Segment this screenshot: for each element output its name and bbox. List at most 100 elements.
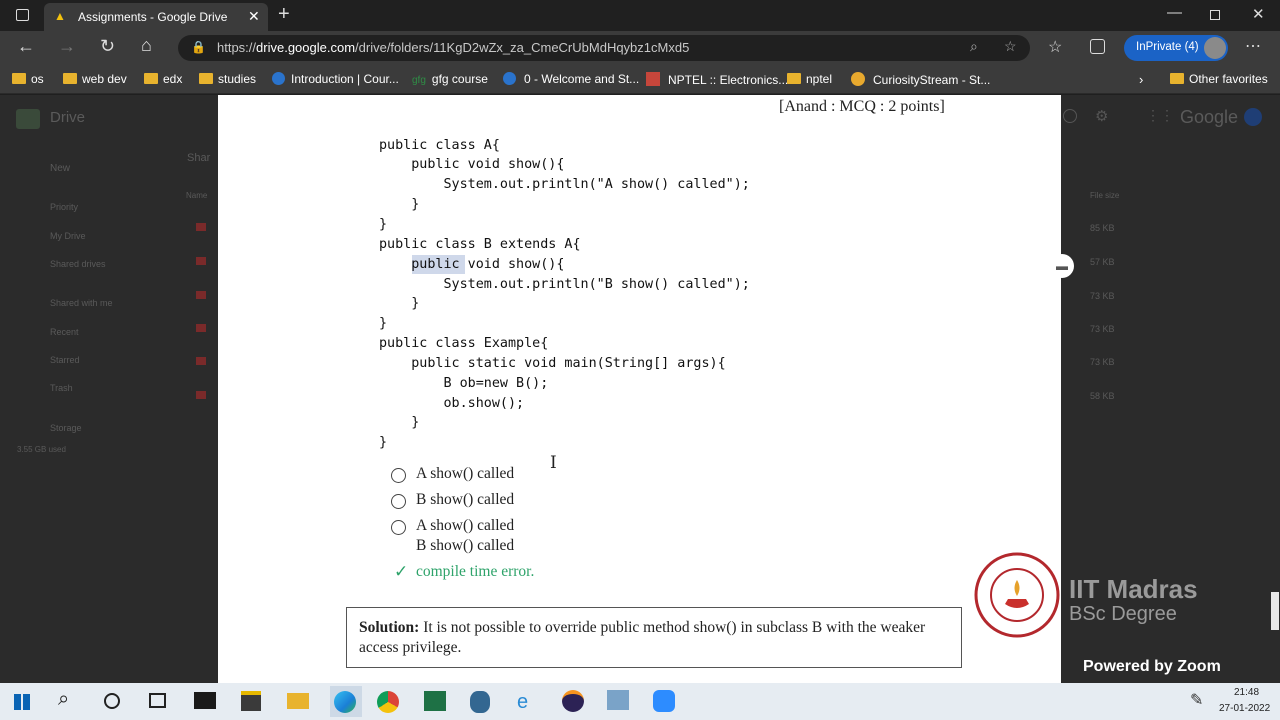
clock-date[interactable]: 27-01-2022	[1219, 703, 1270, 714]
new-button[interactable]: New	[50, 163, 70, 174]
refresh-icon[interactable]: ↻	[100, 36, 115, 57]
iit-madras-title: IIT Madras	[1069, 574, 1198, 604]
favorite-nptel[interactable]: nptel	[787, 72, 832, 86]
ie-icon[interactable]: e	[517, 691, 528, 714]
browser-tab[interactable]: ▲ Assignments - Google Drive ✕	[44, 3, 268, 31]
more-menu-icon[interactable]: ⋯	[1245, 36, 1261, 56]
collections-icon[interactable]	[1090, 39, 1105, 54]
favorites-overflow-icon[interactable]: ›	[1139, 72, 1143, 87]
correct-option-text: compile time error.	[416, 563, 535, 580]
code-line: public void show(){	[379, 157, 565, 172]
add-comment-icon[interactable]: ▬	[1050, 254, 1074, 278]
address-bar[interactable]: 🔒 https://drive.google.com/drive/folders…	[178, 35, 1030, 61]
powered-by-zoom: Powered by Zoom	[1083, 658, 1221, 675]
nav-item[interactable]: Recent	[50, 327, 79, 337]
inprivate-button[interactable]: InPrivate (4)	[1124, 35, 1228, 61]
favorite-welcome[interactable]: 0 - Welcome and St...	[503, 72, 639, 86]
favorite-studies[interactable]: studies	[199, 72, 256, 86]
column-name: Name	[186, 191, 208, 200]
settings-icon[interactable]: ⚙	[1095, 107, 1108, 125]
favorite-label: Other favorites	[1189, 72, 1268, 86]
favorite-edx[interactable]: edx	[144, 72, 182, 86]
title-bar: ▲ Assignments - Google Drive ✕ + — ✕	[0, 0, 1280, 31]
option-radio	[391, 468, 406, 483]
clock-time[interactable]: 21:48	[1234, 687, 1259, 698]
file-size: 58 KB	[1090, 391, 1115, 401]
minimize-icon[interactable]: —	[1167, 4, 1182, 21]
task-view-icon[interactable]	[149, 693, 166, 708]
tab-actions-icon[interactable]	[16, 9, 29, 21]
favorite-label: studies	[218, 72, 257, 86]
favorite-web-dev[interactable]: web dev	[63, 72, 127, 86]
file-explorer-icon[interactable]	[287, 693, 309, 709]
file-icon	[196, 223, 206, 231]
chrome-icon[interactable]	[377, 691, 399, 713]
nav-item[interactable]: Shared drives	[50, 259, 106, 269]
postgres-icon[interactable]	[470, 691, 490, 713]
favorite-os[interactable]: os	[12, 72, 44, 86]
url-text: https://drive.google.com/drive/folders/1…	[217, 40, 689, 55]
text-cursor-icon: I	[550, 453, 557, 473]
excel-icon[interactable]	[424, 691, 446, 711]
side-panel-scrollbar[interactable]	[1271, 592, 1279, 630]
home-icon[interactable]: ⌂	[141, 35, 152, 56]
favorite-label: os	[31, 72, 44, 86]
code-line: public static void main(String[] args){	[379, 356, 726, 371]
favorite-gfg-course[interactable]: gfg gfg course	[412, 72, 488, 86]
option-text-continued: B show() called	[416, 537, 515, 554]
code-line: ob.show();	[379, 396, 525, 411]
address-toolbar: ← → ↻ ⌂ 🔒 https://drive.google.com/drive…	[0, 31, 1280, 65]
new-tab-icon[interactable]: +	[278, 3, 290, 26]
search-icon[interactable]: ⌕	[58, 688, 69, 711]
zoom-search-icon[interactable]: ⌕	[970, 38, 978, 55]
nav-item[interactable]: Priority	[50, 202, 78, 212]
close-window-icon[interactable]: ✕	[1252, 5, 1265, 23]
option-text: B show() called	[416, 491, 515, 508]
apps-icon[interactable]: ⋮⋮	[1146, 107, 1174, 124]
notepad-icon[interactable]	[241, 691, 261, 711]
app-icon[interactable]	[607, 690, 629, 710]
favorite-nptel-electronics[interactable]: NPTEL :: Electronics...	[646, 72, 788, 87]
restore-icon[interactable]	[1210, 10, 1220, 20]
solution-label: Solution:	[359, 619, 420, 636]
forward-icon[interactable]: →	[58, 36, 76, 57]
nav-item[interactable]: Starred	[50, 355, 80, 365]
tab-close-icon[interactable]: ✕	[248, 8, 260, 25]
zoom-icon[interactable]	[653, 690, 675, 712]
back-icon[interactable]: ←	[17, 36, 35, 57]
code-line: }	[379, 415, 420, 430]
code-line: System.out.println("A show() called");	[379, 177, 750, 192]
file-size: 85 KB	[1090, 223, 1115, 233]
favorite-introduction[interactable]: Introduction | Cour...	[272, 72, 399, 86]
favorite-label: web dev	[82, 72, 127, 86]
favorites-icon[interactable]: ☆	[1048, 37, 1062, 57]
option-text: A show() called	[416, 517, 515, 534]
iit-madras-emblem	[974, 552, 1060, 638]
help-icon[interactable]	[1063, 109, 1077, 123]
cortana-icon[interactable]	[104, 693, 120, 709]
url-domain: drive.google.com	[256, 40, 356, 55]
folder-icon	[12, 73, 26, 84]
pen-icon[interactable]: ✎	[1190, 690, 1203, 710]
nav-item[interactable]: My Drive	[50, 231, 86, 241]
terminal-icon[interactable]	[194, 692, 216, 709]
nav-item[interactable]: Trash	[50, 383, 73, 393]
folder-icon	[63, 73, 77, 84]
add-favorite-icon[interactable]: ☆	[1004, 38, 1017, 55]
other-favorites[interactable]: Other favorites	[1170, 72, 1268, 86]
code-line: }	[379, 316, 388, 331]
code-line: }	[379, 296, 420, 311]
favorite-curiositystream[interactable]: CuriosityStream - St...	[851, 72, 990, 87]
file-size: 73 KB	[1090, 291, 1115, 301]
nav-item[interactable]: Storage	[50, 423, 82, 433]
gfg-icon: gfg	[412, 75, 426, 86]
windows-taskbar	[0, 683, 1280, 720]
option-radio	[391, 494, 406, 509]
option-text: A show() called	[416, 465, 515, 482]
code-line: System.out.println("B show() called");	[379, 277, 750, 292]
eclipse-icon[interactable]	[562, 690, 584, 712]
start-icon[interactable]	[14, 694, 30, 710]
file-icon	[196, 391, 206, 399]
nav-item[interactable]: Shared with me	[50, 298, 113, 308]
account-avatar[interactable]	[1244, 108, 1262, 126]
